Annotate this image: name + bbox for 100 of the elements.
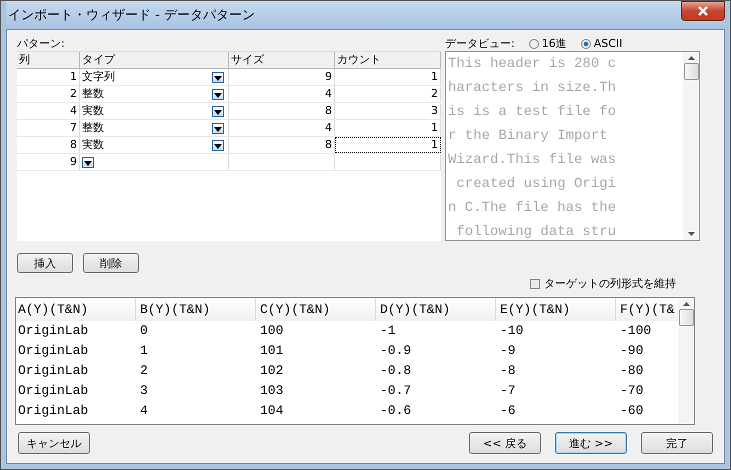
scrollbar[interactable] (683, 52, 699, 240)
table-cell: 9 (17, 154, 80, 170)
text-line: This header is 280 c (448, 55, 618, 74)
table-cell: 8 (229, 103, 335, 119)
table-cell-text: -6 (499, 402, 517, 420)
table-cell-text: 102 (259, 362, 284, 380)
close-icon (697, 6, 709, 16)
table-cell: 1 (335, 69, 441, 85)
table-cell: 文字列 (82, 69, 115, 85)
text-line: r the Binary Import (448, 127, 609, 146)
table-cell: 1 (335, 120, 441, 136)
button[interactable]: << 戻る (469, 432, 541, 454)
dropdown-button[interactable] (212, 140, 224, 150)
column-header: 列 (17, 52, 80, 68)
caret-icon (214, 76, 222, 80)
table-cell-text: OriginLab (17, 402, 90, 420)
column-header: サイズ (229, 52, 335, 68)
table-cell: 1 (17, 69, 80, 85)
text-line: n C.The file has the (448, 199, 618, 218)
column-header: A(Y)(T&N) (16, 298, 136, 321)
caret-icon (84, 160, 92, 166)
table-cell: 2 (335, 86, 441, 102)
table-cell: 4 (229, 86, 335, 102)
data-view-label: データビュー: (445, 36, 515, 51)
button[interactable]: 進む >> (555, 432, 627, 454)
button[interactable]: 挿入 (17, 253, 73, 273)
column-header: F(Y)(T& (619, 301, 676, 319)
pattern-label: パターン: (17, 36, 66, 51)
table-cell-text: -1 (379, 322, 397, 340)
scroll-thumb[interactable] (684, 63, 698, 80)
table-cell-text: 101 (259, 342, 284, 360)
table-cell-text: -90 (619, 342, 644, 360)
close-button[interactable] (681, 1, 725, 21)
radio-button[interactable]: ASCII (580, 37, 622, 50)
table-cell-text: -0.8 (379, 362, 412, 380)
table-cell-text: 104 (259, 402, 284, 420)
table-cell: 8 (229, 137, 335, 153)
button[interactable]: 削除 (83, 253, 139, 273)
text-line: created using Origi (455, 175, 618, 194)
table-cell-text: 103 (259, 382, 284, 400)
table-cell-text: -0.6 (379, 402, 412, 420)
caret-icon (214, 92, 222, 98)
dropdown-button[interactable] (212, 122, 224, 134)
table-cell-text: -9 (499, 342, 517, 360)
table-cell-text: 3 (139, 382, 149, 400)
column-header: B(Y)(T&N) (136, 298, 256, 321)
dropdown-button[interactable] (212, 72, 224, 82)
text-line: Wizard.This file was (448, 151, 618, 170)
scrollbar[interactable] (678, 298, 694, 424)
down-arrow-icon[interactable] (688, 232, 694, 236)
checkbox[interactable]: ターゲットの列形式を維持 (530, 276, 676, 291)
table-cell-text: -80 (619, 362, 644, 380)
caret-icon (214, 110, 222, 114)
table-cell-text: -0.7 (379, 382, 412, 400)
window-title: インポート・ウィザード - データパターン (7, 7, 255, 24)
table-cell-text: OriginLab (17, 342, 90, 360)
table-cell-text: -70 (619, 382, 644, 400)
table-cell-text: OriginLab (17, 322, 90, 340)
table-cell: 整数 (82, 120, 104, 136)
table-cell: 7 (17, 120, 80, 136)
radio-button[interactable]: 16進 (528, 36, 567, 51)
column-header: C(Y)(T&N) (256, 298, 376, 321)
table-cell-text: -0.9 (379, 342, 412, 360)
column-header: E(Y)(T&N) (496, 298, 616, 321)
table-cell: 8 (17, 137, 80, 153)
table-cell: 3 (335, 103, 441, 119)
dropdown-button[interactable] (212, 88, 224, 100)
table-cell: 4 (229, 120, 335, 136)
caret-icon (214, 126, 222, 132)
table-cell: 9 (229, 69, 335, 85)
table-cell: 実数 (82, 137, 104, 153)
column-header: タイプ (80, 52, 229, 68)
column-header: D(Y)(T&N) (376, 298, 496, 321)
table-cell: 1 (335, 137, 441, 153)
table-cell-text: -7 (499, 382, 517, 400)
text-line: is is a test file fo (448, 103, 618, 122)
table-cell-text: -8 (499, 362, 517, 380)
table-cell-text: -60 (619, 402, 644, 420)
table-cell-text: 1 (139, 342, 149, 360)
caret-icon (214, 144, 222, 148)
table-cell-text: 4 (139, 402, 149, 420)
dropdown-button[interactable] (82, 156, 94, 168)
button[interactable]: キャンセル (18, 432, 90, 454)
table-cell-text: OriginLab (17, 362, 90, 380)
table-cell: 4 (17, 103, 80, 119)
table-cell: 整数 (82, 86, 104, 102)
up-arrow-icon[interactable] (688, 56, 694, 60)
up-arrow-icon[interactable] (682, 302, 690, 306)
button[interactable]: 完了 (641, 432, 713, 454)
table-cell: 2 (17, 86, 80, 102)
table-cell-text: 2 (139, 362, 149, 380)
table-cell-text: OriginLab (17, 382, 90, 400)
table-cell: 実数 (82, 103, 104, 119)
text-line: following data stru (455, 223, 618, 240)
scroll-thumb[interactable] (678, 309, 694, 326)
table-cell-text: 100 (259, 322, 284, 340)
table-cell-text: -10 (499, 322, 524, 340)
column-header: カウント (335, 52, 441, 68)
text-line: haracters in size.Th (448, 79, 618, 98)
dropdown-button[interactable] (212, 106, 224, 116)
